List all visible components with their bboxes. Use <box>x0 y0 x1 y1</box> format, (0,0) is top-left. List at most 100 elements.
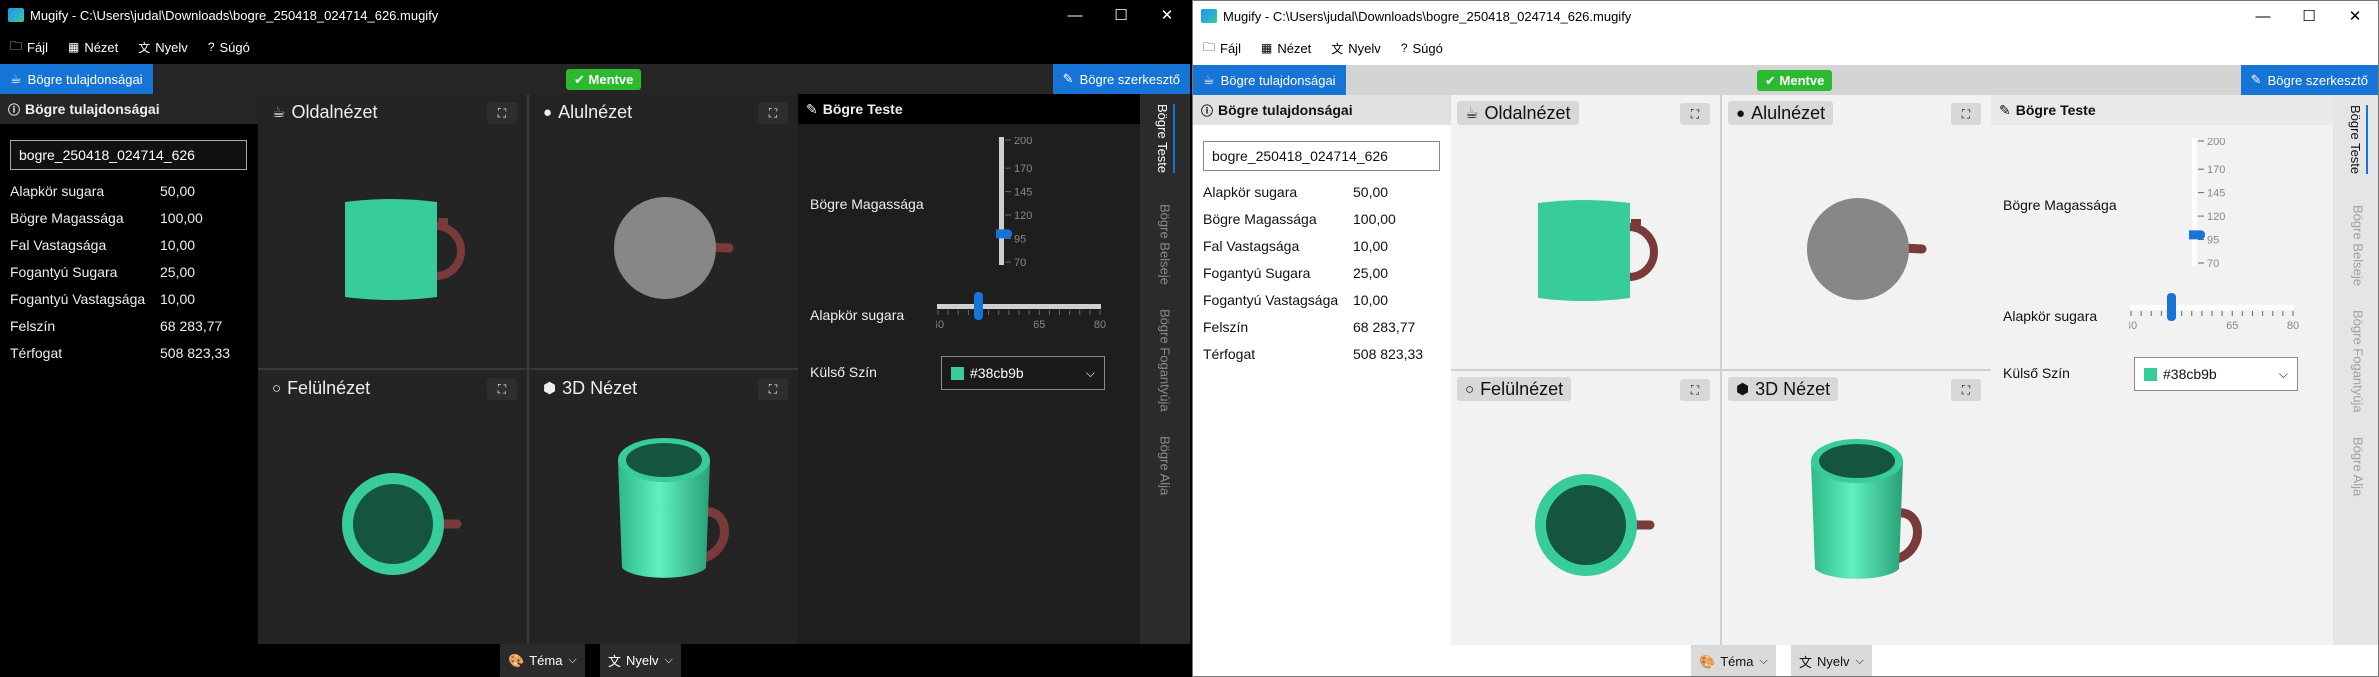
property-row: Fal Vastagsága 10,00 <box>1193 232 1451 259</box>
property-row: Alapkör sugara 50,00 <box>1193 178 1451 205</box>
chevron-down-icon: ⌵ <box>664 654 673 666</box>
3d-view-pane[interactable]: ⬢ 3D Nézet ⛶ <box>1722 371 1991 645</box>
outer-color-select[interactable]: #38cb9b ⌵ <box>2134 357 2298 391</box>
property-row: Bögre Magassága 100,00 <box>1193 205 1451 232</box>
3d-view-pane[interactable]: ⬢ 3D Nézet ⛶ <box>529 370 798 644</box>
expand-icon[interactable]: ⛶ <box>758 378 788 400</box>
mug-name-input[interactable]: bogre_250418_024714_626 <box>1203 141 1440 171</box>
menu-help[interactable]: ? Súgó <box>198 30 260 64</box>
theme-button[interactable]: 🎨 Téma ⌵ <box>500 644 585 677</box>
editor-title: Bögre Teste <box>2015 102 2096 118</box>
minimize-button[interactable]: — <box>2240 1 2286 31</box>
3d-view-canvas <box>618 438 729 578</box>
menu-view[interactable]: ▦ Nézet <box>1251 31 1321 65</box>
editor-header: ✎ Bögre Teste <box>1991 95 2333 125</box>
theme-button[interactable]: 🎨 Téma ⌵ <box>1691 645 1776 676</box>
property-value: 25,00 <box>160 263 196 280</box>
tab-mug-body[interactable]: Bögre Teste <box>1140 104 1190 174</box>
top-view-pane[interactable]: ○ Felülnézet ⛶ <box>1451 371 1720 645</box>
radius-tick-label: 40 <box>936 319 944 331</box>
property-row: Fogantyú Vastagsága 10,00 <box>1193 286 1451 313</box>
mug-editor-button[interactable]: ✎ Bögre szerkesztő <box>1052 64 1190 94</box>
editor-section-tabs: Bögre Teste Bögre Belseje Bögre Fogantyú… <box>2333 95 2378 645</box>
bottom-view-pane[interactable]: ● Alulnézet ⛶ <box>529 94 798 368</box>
tab-mug-bottom-label: Bögre Alja <box>2350 437 2366 497</box>
menu-help-label: Súgó <box>219 39 250 55</box>
expand-icon[interactable]: ⛶ <box>487 102 517 124</box>
info-icon: ⓘ <box>1201 103 1214 118</box>
property-list: Alapkör sugara 50,00 Bögre Magassága 100,0… <box>0 177 258 366</box>
close-button[interactable]: ✕ <box>2332 1 2378 31</box>
close-button[interactable]: ✕ <box>1144 0 1190 30</box>
tab-mug-handle[interactable]: Bögre Fogantyúja <box>1140 309 1190 412</box>
property-label: Bögre Magassága <box>1203 210 1317 227</box>
language-icon: 文 <box>608 654 622 669</box>
radius-slider[interactable]: 40 65 80 <box>2129 291 2299 335</box>
expand-icon[interactable]: ⛶ <box>1680 379 1710 401</box>
tab-mug-handle-label: Bögre Fogantyúja <box>1157 309 1173 412</box>
properties-title: Bögre tulajdonságai <box>1218 102 1353 118</box>
radius-slider-thumb[interactable] <box>974 292 983 320</box>
height-slider-thumb[interactable] <box>996 229 1012 239</box>
bottom-view-pane[interactable]: ● Alulnézet ⛶ <box>1722 95 1991 369</box>
height-slider[interactable]: 200 170 145 120 95 70 <box>996 137 1070 267</box>
minimize-button[interactable]: — <box>1052 0 1098 30</box>
height-slider-ticks: 200 170 145 120 95 70 <box>1005 137 1032 267</box>
tab-mug-inside[interactable]: Bögre Belseje <box>2333 205 2378 286</box>
bottom-disc <box>1807 198 1909 300</box>
mug-body <box>1538 200 1630 301</box>
maximize-button[interactable]: ☐ <box>1098 0 1144 30</box>
expand-icon[interactable]: ⛶ <box>758 102 788 124</box>
property-value: 68 283,77 <box>1353 318 1416 335</box>
theme-label: Téma <box>529 653 563 668</box>
tab-mug-inside[interactable]: Bögre Belseje <box>1140 204 1190 285</box>
menu-help[interactable]: ? Súgó <box>1391 31 1453 65</box>
view-grid: ☕ Oldalnézet ⛶ ● Alulnézet ⛶ ○ Felülnézet ⛶ <box>258 94 798 644</box>
outer-color-select[interactable]: #38cb9b ⌵ <box>941 356 1105 390</box>
menu-file[interactable]: 🗀 Fájl <box>1193 31 1251 65</box>
properties-tab-button[interactable]: ☕ Bögre tulajdonságai <box>1193 65 1346 95</box>
side-view-pane[interactable]: ☕ Oldalnézet ⛶ <box>1451 95 1720 369</box>
expand-icon[interactable]: ⛶ <box>1680 103 1710 125</box>
expand-icon[interactable]: ⛶ <box>487 378 517 400</box>
palette-icon: 🎨 <box>508 652 525 668</box>
side-view-pane[interactable]: ☕ Oldalnézet ⛶ <box>258 94 527 368</box>
radius-slider-track <box>2130 305 2294 310</box>
tab-mug-bottom[interactable]: Bögre Alja <box>2333 437 2378 497</box>
menu-view[interactable]: ▦ Nézet <box>58 30 128 64</box>
expand-icon[interactable]: ⛶ <box>1951 103 1981 125</box>
pencil-icon: ✎ <box>806 100 818 117</box>
tab-mug-bottom[interactable]: Bögre Alja <box>1140 436 1190 495</box>
app-logo-icon <box>8 8 24 22</box>
menu-language[interactable]: 文 Nyelv <box>1321 31 1391 65</box>
property-label: Fogantyú Vastagsága <box>10 290 146 307</box>
language-button[interactable]: 文 Nyelv ⌵ <box>600 644 681 677</box>
mug-editor-button[interactable]: ✎ Bögre szerkesztő <box>2240 65 2378 95</box>
properties-tab-label: Bögre tulajdonságai <box>27 71 143 87</box>
menu-language[interactable]: 文 Nyelv <box>128 30 198 64</box>
tab-mug-body[interactable]: Bögre Teste <box>2333 105 2378 175</box>
outer-color-label: Külső Szín <box>810 364 877 380</box>
property-label: Felszín <box>10 317 56 334</box>
property-value: 10,00 <box>160 236 196 253</box>
tab-mug-handle[interactable]: Bögre Fogantyúja <box>2333 310 2378 413</box>
language-button[interactable]: 文 Nyelv ⌵ <box>1791 645 1872 676</box>
properties-tab-button[interactable]: ☕ Bögre tulajdonságai <box>0 64 153 94</box>
top-view-pane[interactable]: ○ Felülnézet ⛶ <box>258 370 527 644</box>
property-value: 50,00 <box>1353 183 1389 200</box>
bottom-view-canvas <box>1807 198 1927 300</box>
height-slider[interactable]: 200 170 145 120 95 70 <box>2189 138 2263 268</box>
mug-name-input[interactable]: bogre_250418_024714_626 <box>10 140 247 170</box>
maximize-button[interactable]: ☐ <box>2286 1 2332 31</box>
folder-icon: 🗀 <box>10 38 23 53</box>
top-view-canvas <box>1535 474 1655 576</box>
menu-file[interactable]: 🗀 Fájl <box>0 30 58 64</box>
expand-icon[interactable]: ⛶ <box>1951 379 1981 401</box>
property-row: Fogantyú Sugara 25,00 <box>1193 259 1451 286</box>
property-label: Alapkör sugara <box>1203 183 1298 200</box>
radius-slider-thumb[interactable] <box>2167 293 2176 321</box>
mug-inside <box>353 484 433 564</box>
height-slider-thumb[interactable] <box>2189 230 2205 240</box>
radius-slider[interactable]: 40 65 80 <box>936 290 1106 334</box>
mug-icon: ☕ <box>272 104 286 121</box>
